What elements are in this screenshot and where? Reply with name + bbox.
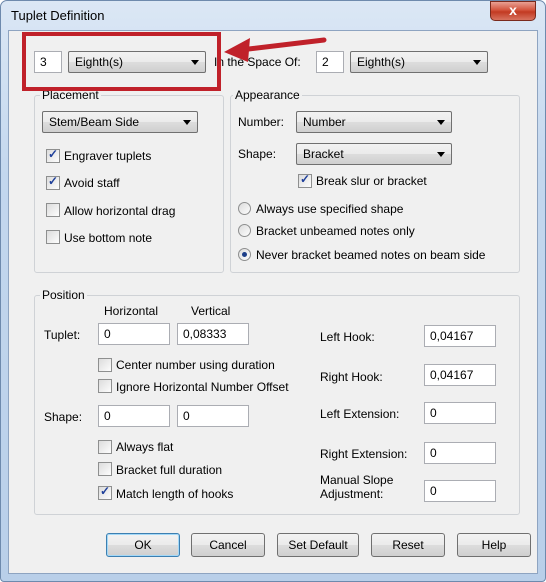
- horizontal-drag-checkbox[interactable]: [46, 203, 60, 217]
- placement-value: Stem/Beam Side: [49, 115, 140, 129]
- unbeamed-only-radio[interactable]: [238, 224, 251, 237]
- avoid-staff-label: Avoid staff: [64, 176, 120, 190]
- number-label: Number:: [238, 115, 285, 129]
- left-hook-label: Left Hook:: [320, 330, 375, 344]
- always-specified-label: Always use specified shape: [256, 202, 404, 216]
- always-specified-radio[interactable]: [238, 202, 251, 215]
- manual-slope-label: Manual Slope: [320, 473, 394, 487]
- chevron-down-icon: [437, 120, 445, 125]
- set-default-button[interactable]: Set Default: [277, 533, 359, 557]
- cancel-button[interactable]: Cancel: [191, 533, 265, 557]
- number-select[interactable]: Number: [296, 111, 452, 133]
- number-value: Number: [303, 115, 346, 129]
- tuplet-horizontal-field[interactable]: 0: [98, 323, 170, 345]
- close-button[interactable]: x: [490, 1, 536, 21]
- break-slur-checkbox[interactable]: [298, 172, 312, 188]
- shape-label: Shape:: [238, 147, 277, 161]
- center-number-label: Center number using duration: [116, 358, 275, 372]
- ignore-offset-label: Ignore Horizontal Number Offset: [116, 380, 289, 394]
- bottom-note-label: Use bottom note: [64, 231, 153, 245]
- ok-button[interactable]: OK: [106, 533, 180, 557]
- never-beamed-radio[interactable]: [238, 248, 251, 261]
- ignore-offset-checkbox[interactable]: [98, 379, 112, 393]
- shape-offset-label: Shape:: [44, 410, 83, 424]
- chevron-down-icon: [437, 152, 445, 157]
- appearance-group-label: Appearance: [233, 88, 302, 102]
- shape-select[interactable]: Bracket: [296, 143, 452, 165]
- avoid-staff-checkbox[interactable]: [46, 174, 60, 190]
- right-hook-label: Right Hook:: [320, 370, 383, 384]
- left-hook-field[interactable]: 0,04167: [424, 325, 496, 347]
- tuplet-offset-label: Tuplet:: [44, 328, 81, 342]
- chevron-down-icon: [183, 120, 191, 125]
- help-button[interactable]: Help: [457, 533, 531, 557]
- left-extension-label: Left Extension:: [320, 407, 400, 421]
- window-title: Tuplet Definition: [11, 8, 105, 23]
- chevron-down-icon: [473, 60, 481, 65]
- always-flat-label: Always flat: [116, 440, 174, 454]
- engraver-tuplets-checkbox[interactable]: [46, 147, 60, 163]
- shape-vertical-field[interactable]: 0: [177, 405, 249, 427]
- match-hooks-checkbox[interactable]: [98, 484, 112, 500]
- right-extension-label: Right Extension:: [320, 447, 408, 461]
- always-flat-checkbox[interactable]: [98, 440, 112, 454]
- never-beamed-label: Never bracket beamed notes on beam side: [256, 248, 486, 262]
- unbeamed-only-label: Bracket unbeamed notes only: [256, 224, 415, 238]
- placement-select[interactable]: Stem/Beam Side: [42, 111, 198, 133]
- right-extension-field[interactable]: 0: [424, 442, 496, 464]
- left-extension-field[interactable]: 0: [424, 402, 496, 424]
- manual-slope-field[interactable]: 0: [424, 480, 496, 502]
- center-number-checkbox[interactable]: [98, 358, 112, 372]
- reset-button[interactable]: Reset: [371, 533, 445, 557]
- engraver-tuplets-label: Engraver tuplets: [64, 149, 152, 163]
- full-duration-label: Bracket full duration: [116, 463, 223, 477]
- title-bar[interactable]: Tuplet Definition: [1, 1, 543, 29]
- horizontal-header: Horizontal: [104, 304, 159, 318]
- horizontal-drag-label: Allow horizontal drag: [64, 204, 176, 218]
- shape-value: Bracket: [303, 147, 344, 161]
- match-hooks-label: Match length of hooks: [116, 487, 234, 501]
- space-unit-value: Eighth(s): [357, 55, 406, 69]
- manual-slope-label-2: Adjustment:: [320, 487, 384, 501]
- vertical-header: Vertical: [191, 304, 231, 318]
- space-unit-select[interactable]: Eighth(s): [350, 51, 488, 73]
- position-group-label: Position: [40, 288, 87, 302]
- highlight-box: [22, 32, 221, 91]
- bottom-note-checkbox[interactable]: [46, 230, 60, 244]
- full-duration-checkbox[interactable]: [98, 462, 112, 476]
- break-slur-label: Break slur or bracket: [316, 174, 427, 188]
- right-hook-field[interactable]: 0,04167: [424, 364, 496, 386]
- shape-horizontal-field[interactable]: 0: [98, 405, 170, 427]
- tuplet-vertical-field[interactable]: 0,08333: [177, 323, 249, 345]
- annotation-arrow-icon: [224, 37, 327, 62]
